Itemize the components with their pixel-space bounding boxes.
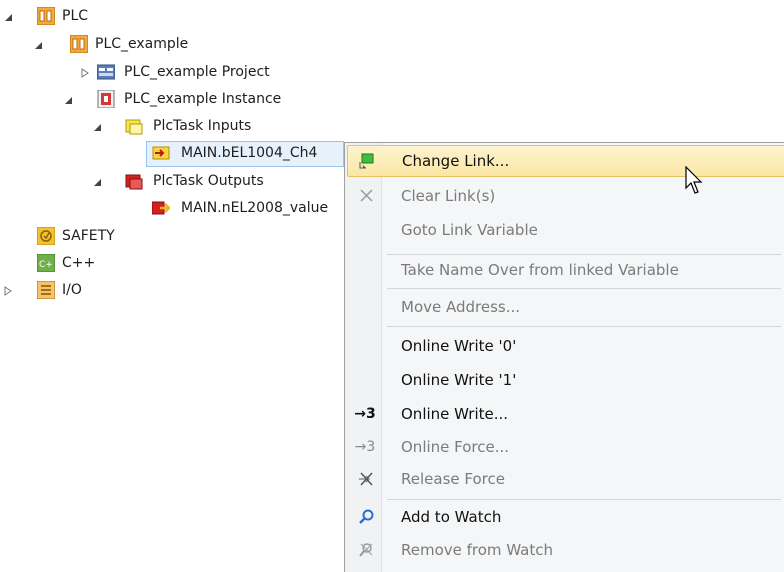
clear-link-icon — [357, 187, 375, 205]
collapse-arrow-icon[interactable] — [33, 40, 43, 50]
tree-item-plctask-outputs[interactable]: PlcTask Outputs — [153, 171, 264, 191]
menu-item-goto-link-variable[interactable]: Goto Link Variable — [347, 215, 783, 245]
project-icon — [97, 63, 115, 81]
expand-arrow-icon[interactable] — [80, 68, 90, 78]
online-write-icon: →3 — [354, 406, 376, 422]
menu-item-add-to-watch[interactable]: Add to Watch — [347, 502, 783, 532]
instance-icon — [97, 90, 115, 108]
menu-item-online-write[interactable]: →3 Online Write... — [347, 399, 783, 429]
tree-item-plc-example-instance[interactable]: PLC_example Instance — [124, 89, 281, 109]
menu-item-move-address[interactable]: Move Address... — [347, 292, 783, 322]
plc-icon — [37, 7, 55, 25]
menu-label: Move Address... — [401, 298, 521, 316]
collapse-arrow-icon[interactable] — [3, 12, 13, 22]
menu-label: Clear Link(s) — [401, 187, 496, 205]
menu-item-take-name-over[interactable]: Take Name Over from linked Variable — [347, 255, 783, 285]
menu-item-change-link[interactable]: Change Link... — [347, 145, 784, 177]
collapse-arrow-icon[interactable] — [92, 122, 102, 132]
svg-text:C+: C+ — [39, 260, 53, 270]
menu-label: Remove from Watch — [401, 541, 554, 559]
tree-item-plctask-inputs[interactable]: PlcTask Inputs — [153, 116, 251, 136]
change-link-icon — [358, 152, 376, 170]
input-variable-icon — [152, 144, 170, 162]
menu-item-remove-from-watch[interactable]: Remove from Watch — [347, 535, 783, 565]
menu-separator — [387, 326, 781, 327]
menu-label: Add to Watch — [401, 508, 502, 526]
tree-item-safety[interactable]: SAFETY — [62, 226, 115, 246]
tree-item-plc[interactable]: PLC — [62, 6, 88, 26]
expand-arrow-icon[interactable] — [3, 286, 13, 296]
outputs-folder-icon — [125, 172, 143, 190]
collapse-arrow-icon[interactable] — [63, 95, 73, 105]
menu-label: Goto Link Variable — [401, 221, 538, 239]
tree-item-main-nel2008-value[interactable]: MAIN.nEL2008_value — [181, 198, 343, 218]
menu-label: Take Name Over from linked Variable — [401, 261, 679, 279]
menu-item-online-write-0[interactable]: Online Write '0' — [347, 331, 783, 361]
mouse-pointer-icon — [684, 165, 706, 200]
context-menu: Change Link... Clear Link(s) Goto Link V… — [344, 142, 784, 572]
tree-item-io[interactable]: I/O — [62, 280, 82, 300]
cpp-icon: C+ — [37, 254, 55, 272]
menu-item-release-force[interactable]: Release Force — [347, 464, 783, 494]
menu-label: Release Force — [401, 470, 505, 488]
online-force-icon: →3 — [354, 439, 376, 455]
menu-label: Online Write '0' — [401, 337, 517, 355]
menu-label: Online Write... — [401, 405, 509, 423]
menu-item-online-write-1[interactable]: Online Write '1' — [347, 365, 783, 395]
safety-icon — [37, 227, 55, 245]
menu-item-clear-links[interactable]: Clear Link(s) — [347, 181, 783, 211]
remove-watch-icon — [357, 541, 375, 559]
menu-label: Online Force... — [401, 438, 510, 456]
menu-separator — [387, 499, 781, 500]
output-variable-icon — [152, 199, 170, 217]
collapse-arrow-icon[interactable] — [92, 177, 102, 187]
menu-item-online-force[interactable]: →3 Online Force... — [347, 432, 783, 462]
tree-item-plc-example-project[interactable]: PLC_example Project — [124, 62, 270, 82]
tree-item-main-bel1004-ch4[interactable]: MAIN.bEL1004_Ch4 — [181, 143, 317, 163]
plc-project-icon — [70, 35, 88, 53]
menu-label: Change Link... — [402, 152, 510, 170]
io-icon — [37, 281, 55, 299]
release-force-icon — [357, 470, 375, 488]
tree-item-plc-example[interactable]: PLC_example — [95, 34, 188, 54]
inputs-folder-icon — [125, 117, 143, 135]
tree-item-cpp[interactable]: C++ — [62, 253, 95, 273]
menu-label: Online Write '1' — [401, 371, 517, 389]
menu-separator — [387, 288, 781, 289]
magnifier-icon — [357, 508, 375, 526]
